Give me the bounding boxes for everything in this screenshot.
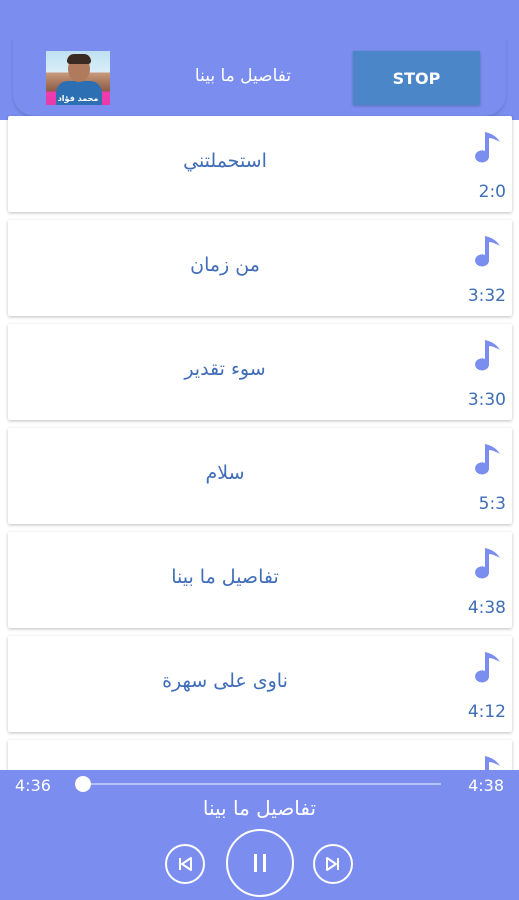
song-item[interactable]: ناوى على سهرة 4:12 (8, 636, 512, 732)
music-note-icon (475, 236, 500, 267)
player-song-title: تفاصيل ما بينا (202, 796, 317, 820)
next-button[interactable] (313, 844, 353, 884)
seek-bar[interactable] (79, 783, 441, 785)
album-thumbnail[interactable]: محمد فؤاد (46, 51, 110, 105)
music-note-icon (475, 132, 500, 163)
seek-knob[interactable] (74, 776, 91, 792)
song-title: تفاصيل ما بينا (171, 566, 279, 588)
song-title: سلام (205, 462, 245, 484)
thumbnail-hair (67, 54, 91, 64)
song-duration: 4:12 (467, 702, 506, 722)
header-now-playing-title: تفاصيل ما بينا (194, 66, 292, 86)
elapsed-time: 4:36 (15, 776, 51, 795)
song-duration: 2:0 (478, 182, 506, 202)
song-duration: 4:38 (467, 598, 506, 618)
previous-button[interactable] (165, 844, 205, 884)
music-note-icon (475, 652, 500, 683)
song-title: استحملتني (183, 150, 267, 172)
music-note-icon (475, 548, 500, 579)
skip-previous-icon (179, 857, 192, 871)
song-duration: 5:3 (478, 494, 506, 514)
song-title: من زمان (190, 254, 260, 276)
pause-icon (254, 854, 266, 872)
song-duration: 3:32 (467, 286, 506, 306)
song-item[interactable]: سلام 5:3 (8, 428, 512, 524)
pause-button[interactable] (226, 829, 294, 897)
music-note-icon (475, 444, 500, 475)
song-duration: 3:30 (467, 390, 506, 410)
music-note-icon (475, 340, 500, 371)
skip-next-icon (326, 857, 339, 871)
stop-button[interactable]: STOP (353, 51, 480, 105)
song-item[interactable]: سوء تقدير 3:30 (8, 324, 512, 420)
song-item[interactable]: تفاصيل ما بينا 4:38 (8, 532, 512, 628)
song-title: سوء تقدير (184, 358, 266, 380)
now-playing-header: محمد فؤاد تفاصيل ما بينا STOP (13, 38, 506, 116)
thumbnail-caption: محمد فؤاد (57, 94, 99, 103)
total-time: 4:38 (468, 776, 504, 795)
song-title: ناوى على سهرة (162, 670, 288, 692)
player-bar: 4:36 4:38 تفاصيل ما بينا (0, 770, 519, 900)
song-item[interactable]: استحملتني 2:0 (8, 116, 512, 212)
song-item[interactable]: من زمان 3:32 (8, 220, 512, 316)
